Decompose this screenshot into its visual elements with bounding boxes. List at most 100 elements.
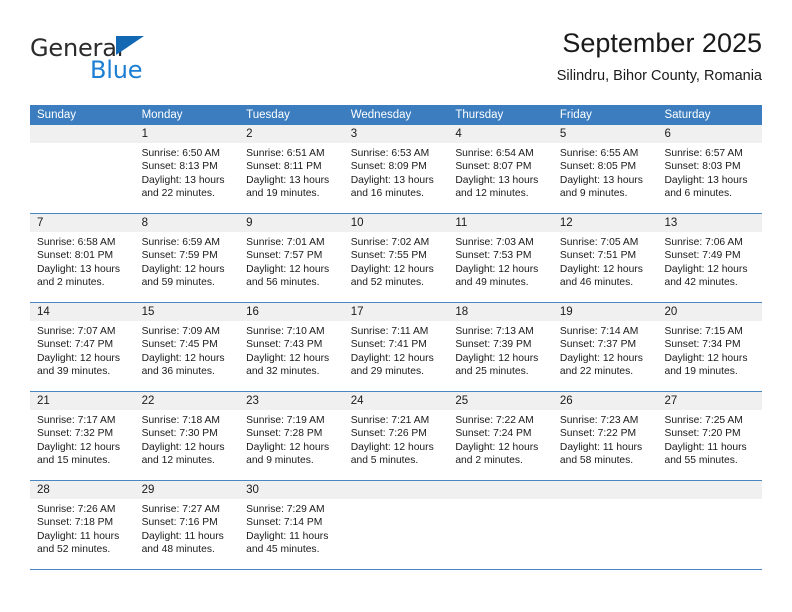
- day-info-line: Sunset: 7:39 PM: [455, 339, 532, 351]
- day-info-line: and 19 minutes.: [664, 365, 738, 377]
- weekday-header-wednesday: Wednesday: [350, 109, 412, 121]
- logo-text-blue: Blue: [90, 56, 143, 84]
- day-cell-14[interactable]: 14 Sunrise: 7:07 AM Sunset: 7:47 PM Dayligh…: [30, 303, 135, 391]
- day-number: 24: [343, 392, 449, 410]
- day-info-line: Daylight: 11 hours: [559, 441, 643, 453]
- day-info-line: and 9 minutes.: [559, 187, 628, 199]
- day-info-line: and 49 minutes.: [455, 276, 529, 288]
- day-sun-info: Sunrise: 7:26 AM Sunset: 7:18 PM Daylight:…: [30, 499, 135, 556]
- day-info-line: and 2 minutes.: [37, 276, 105, 288]
- day-info-line: and 42 minutes.: [664, 276, 738, 288]
- day-info-line: Sunrise: 7:03 AM: [455, 237, 534, 248]
- day-info-line: and 9 minutes.: [246, 454, 314, 466]
- day-number: 10: [343, 214, 449, 232]
- day-info-line: Sunset: 8:09 PM: [350, 161, 427, 173]
- day-cell-8[interactable]: 8 Sunrise: 6:59 AM Sunset: 7:59 PM Daylight…: [134, 214, 240, 302]
- day-number: [448, 481, 553, 499]
- day-info-line: and 2 minutes.: [455, 454, 523, 466]
- day-sun-info: Sunrise: 7:25 AM Sunset: 7:20 PM Daylight:…: [657, 410, 762, 467]
- day-info-line: and 59 minutes.: [141, 276, 215, 288]
- day-cell-1[interactable]: 1 Sunrise: 6:50 AM Sunset: 8:13 PM Daylight…: [134, 125, 240, 213]
- day-cell-3[interactable]: 3 Sunrise: 6:53 AM Sunset: 8:09 PM Daylight…: [343, 125, 449, 213]
- day-number: 23: [239, 392, 344, 410]
- day-sun-info: Sunrise: 7:10 AM Sunset: 7:43 PM Daylight:…: [239, 321, 344, 378]
- day-number: [343, 481, 449, 499]
- day-info-line: Sunrise: 6:57 AM: [664, 148, 743, 159]
- day-sun-info: Sunrise: 6:53 AM Sunset: 8:09 PM Daylight:…: [344, 143, 449, 200]
- day-number: 22: [134, 392, 240, 410]
- day-sun-info: Sunrise: 7:07 AM Sunset: 7:47 PM Daylight:…: [30, 321, 135, 378]
- day-cell-9[interactable]: 9 Sunrise: 7:01 AM Sunset: 7:57 PM Daylight…: [239, 214, 344, 302]
- day-info-line: Sunset: 7:22 PM: [559, 428, 637, 440]
- day-cell-16[interactable]: 16 Sunrise: 7:10 AM Sunset: 7:43 PM Dayligh…: [239, 303, 344, 391]
- weekday-header-sunday: Sunday: [37, 109, 77, 121]
- day-info-line: Daylight: 12 hours: [246, 263, 330, 275]
- day-info-line: Sunrise: 7:22 AM: [455, 415, 534, 426]
- day-cell-21[interactable]: 21 Sunrise: 7:17 AM Sunset: 7:32 PM Dayligh…: [30, 392, 135, 480]
- day-cell-18[interactable]: 18 Sunrise: 7:13 AM Sunset: 7:39 PM Dayligh…: [448, 303, 553, 391]
- day-info-line: and 15 minutes.: [37, 454, 111, 466]
- day-cell-24[interactable]: 24 Sunrise: 7:21 AM Sunset: 7:26 PM Dayligh…: [343, 392, 449, 480]
- day-info-line: and 19 minutes.: [246, 187, 320, 199]
- day-number: 13: [657, 214, 763, 232]
- calendar-week-row: 28 Sunrise: 7:26 AM Sunset: 7:18 PM Dayligh…: [30, 481, 763, 570]
- day-sun-info: Sunrise: 7:18 AM Sunset: 7:30 PM Daylight:…: [135, 410, 240, 467]
- day-cell-5[interactable]: 5 Sunrise: 6:55 AM Sunset: 8:05 PM Daylight…: [552, 125, 658, 213]
- day-cell-10[interactable]: 10 Sunrise: 7:02 AM Sunset: 7:55 PM Dayligh…: [343, 214, 449, 302]
- day-cell-13[interactable]: 13 Sunrise: 7:06 AM Sunset: 7:49 PM Dayligh…: [657, 214, 763, 302]
- day-cell-2[interactable]: 2 Sunrise: 6:51 AM Sunset: 8:11 PM Daylight…: [239, 125, 344, 213]
- page-subtitle: Silindru, Bihor County, Romania: [556, 68, 762, 84]
- day-info-line: Sunrise: 7:01 AM: [246, 237, 325, 248]
- calendar-page: General Blue September 2025 Silindru, Bi…: [0, 0, 792, 612]
- day-info-line: Sunset: 8:01 PM: [37, 250, 114, 262]
- day-sun-info: [553, 499, 658, 503]
- day-info-line: and 16 minutes.: [350, 187, 425, 199]
- day-cell-23[interactable]: 23 Sunrise: 7:19 AM Sunset: 7:28 PM Dayligh…: [239, 392, 344, 480]
- day-sun-info: [448, 499, 553, 503]
- day-cell-26[interactable]: 26 Sunrise: 7:23 AM Sunset: 7:22 PM Dayligh…: [552, 392, 658, 480]
- day-cell-6[interactable]: 6 Sunrise: 6:57 AM Sunset: 8:03 PM Daylight…: [657, 125, 763, 213]
- day-info-line: Daylight: 12 hours: [350, 263, 434, 275]
- day-cell-11[interactable]: 11 Sunrise: 7:03 AM Sunset: 7:53 PM Dayligh…: [448, 214, 553, 302]
- day-info-line: Daylight: 12 hours: [664, 352, 748, 364]
- day-cell-29[interactable]: 29 Sunrise: 7:27 AM Sunset: 7:16 PM Dayligh…: [134, 481, 240, 569]
- day-cell-28[interactable]: 28 Sunrise: 7:26 AM Sunset: 7:18 PM Dayligh…: [30, 481, 135, 569]
- day-info-line: Sunset: 7:18 PM: [37, 517, 114, 529]
- day-info-line: Sunset: 7:34 PM: [664, 339, 741, 351]
- day-info-line: Sunrise: 6:58 AM: [37, 237, 116, 248]
- generalblue-logo[interactable]: General Blue: [30, 34, 230, 90]
- day-info-line: Sunrise: 7:21 AM: [350, 415, 430, 426]
- day-cell-25[interactable]: 25 Sunrise: 7:22 AM Sunset: 7:24 PM Dayligh…: [448, 392, 553, 480]
- day-info-line: Daylight: 12 hours: [141, 441, 225, 453]
- weekday-header-thursday: Thursday: [455, 109, 504, 121]
- day-sun-info: Sunrise: 7:15 AM Sunset: 7:34 PM Daylight:…: [657, 321, 762, 378]
- day-cell-4[interactable]: 4 Sunrise: 6:54 AM Sunset: 8:07 PM Daylight…: [448, 125, 553, 213]
- day-info-line: and 12 minutes.: [455, 187, 529, 199]
- page-header: General Blue September 2025 Silindru, Bi…: [30, 26, 762, 96]
- day-cell-15[interactable]: 15 Sunrise: 7:09 AM Sunset: 7:45 PM Dayligh…: [134, 303, 240, 391]
- day-number: 2: [239, 125, 344, 143]
- day-cell-30[interactable]: 30 Sunrise: 7:29 AM Sunset: 7:14 PM Dayligh…: [239, 481, 344, 569]
- day-sun-info: Sunrise: 7:22 AM Sunset: 7:24 PM Daylight:…: [448, 410, 553, 467]
- day-info-line: Daylight: 12 hours: [350, 441, 434, 453]
- day-cell-22[interactable]: 22 Sunrise: 7:18 AM Sunset: 7:30 PM Dayligh…: [134, 392, 240, 480]
- day-cell-19[interactable]: 19 Sunrise: 7:14 AM Sunset: 7:37 PM Dayligh…: [552, 303, 658, 391]
- day-info-line: Daylight: 13 hours: [246, 174, 330, 186]
- day-info-line: Sunrise: 6:59 AM: [141, 237, 220, 248]
- day-info-line: Sunrise: 7:06 AM: [664, 237, 743, 248]
- day-info-line: Daylight: 12 hours: [455, 352, 539, 364]
- day-info-line: Sunset: 7:24 PM: [455, 428, 532, 440]
- day-info-line: Sunrise: 6:54 AM: [455, 148, 534, 159]
- day-info-line: Sunrise: 6:53 AM: [350, 148, 430, 159]
- day-info-line: Daylight: 13 hours: [350, 174, 434, 186]
- day-sun-info: Sunrise: 7:05 AM Sunset: 7:51 PM Daylight:…: [553, 232, 658, 289]
- calendar-week-row: 7 Sunrise: 6:58 AM Sunset: 8:01 PM Daylight…: [30, 214, 763, 303]
- day-cell-27[interactable]: 27 Sunrise: 7:25 AM Sunset: 7:20 PM Dayligh…: [657, 392, 763, 480]
- weekday-header-row: Sunday Monday Tuesday Wednesday Thursday Frid…: [30, 105, 762, 125]
- day-cell-7[interactable]: 7 Sunrise: 6:58 AM Sunset: 8:01 PM Daylight…: [30, 214, 135, 302]
- day-cell-12[interactable]: 12 Sunrise: 7:05 AM Sunset: 7:51 PM Dayligh…: [552, 214, 658, 302]
- day-cell-17[interactable]: 17 Sunrise: 7:11 AM Sunset: 7:41 PM Dayligh…: [343, 303, 449, 391]
- day-sun-info: Sunrise: 6:57 AM Sunset: 8:03 PM Daylight:…: [657, 143, 762, 200]
- day-cell-20[interactable]: 20 Sunrise: 7:15 AM Sunset: 7:34 PM Dayligh…: [657, 303, 763, 391]
- day-info-line: Sunrise: 7:10 AM: [246, 326, 325, 337]
